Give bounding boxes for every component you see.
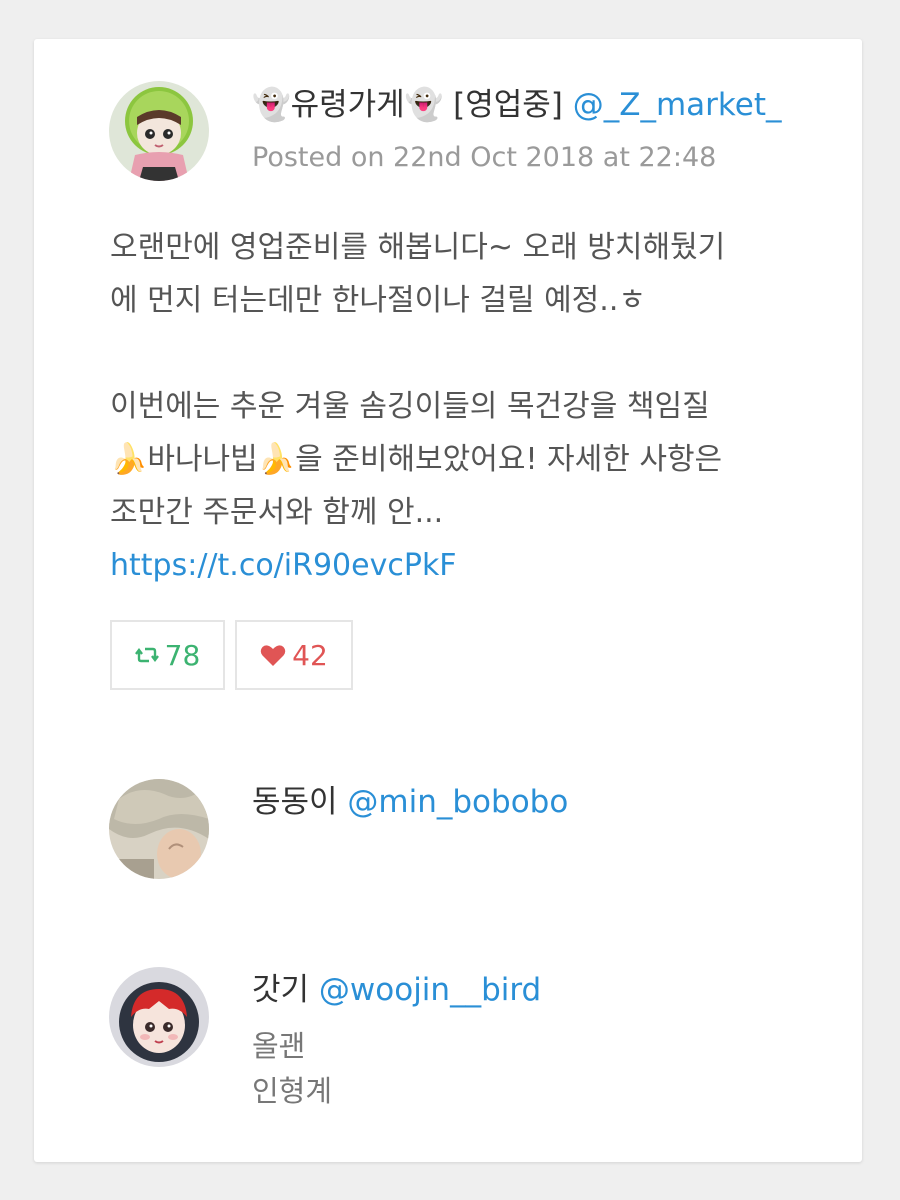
- tweet-text-line: 오랜만에 영업준비를 해봅니다~ 오래 방치해뒀기: [110, 230, 726, 265]
- author-line: 👻유령가게👻 [영업중] @_Z_market_: [252, 85, 782, 125]
- tweet-body: 오랜만에 영업준비를 해봅니다~ 오래 방치해뒀기 에 먼지 터는데만 한나절이…: [110, 221, 810, 592]
- reply-author-line: 갓기 @woojin__bird: [252, 970, 541, 1010]
- retweet-count-button[interactable]: 78: [110, 620, 225, 690]
- tweet-text-line: 에 먼지 터는데만 한나절이나 걸릴 예정..ㅎ: [110, 283, 646, 318]
- reply-text-line: 올괜: [252, 1029, 306, 1063]
- retweet-icon: [134, 644, 159, 666]
- reply-author-handle[interactable]: @min_bobobo: [347, 784, 568, 820]
- tweet-text-line: 🍌바나나빕🍌을 준비해보았어요! 자세한 사항은: [110, 442, 723, 477]
- post-timestamp: Posted on 22nd Oct 2018 at 22:48: [252, 142, 717, 173]
- author-avatar[interactable]: [109, 81, 209, 181]
- reply-text: 올괜 인형계: [252, 1024, 332, 1114]
- like-count: 42: [292, 638, 328, 672]
- heart-icon: [260, 644, 286, 667]
- reply-author-name: 갓기: [252, 972, 310, 1008]
- tweet-link[interactable]: https://t.co/iR90evcPkF: [110, 548, 457, 583]
- reply-author-line: 동동이 @min_bobobo: [252, 782, 568, 822]
- retweet-count: 78: [164, 638, 201, 672]
- tweet-text-line: 이번에는 추운 겨울 솜깅이들의 목건강을 책임질: [110, 389, 710, 424]
- reply-author-handle[interactable]: @woojin__bird: [319, 972, 541, 1008]
- author-name: 👻유령가게👻 [영업중]: [252, 87, 563, 123]
- reply-avatar[interactable]: [109, 779, 209, 879]
- tweet-text-line: 조만간 주문서와 함께 안...: [110, 495, 444, 530]
- like-count-button[interactable]: 42: [235, 620, 353, 690]
- reply-author-name: 동동이: [252, 784, 338, 820]
- reply-avatar[interactable]: [109, 967, 209, 1067]
- tweet-card: 👻유령가게👻 [영업중] @_Z_market_ Posted on 22nd …: [34, 39, 862, 1162]
- reply-text-line: 인형계: [252, 1074, 333, 1108]
- author-handle[interactable]: @_Z_market_: [573, 87, 782, 123]
